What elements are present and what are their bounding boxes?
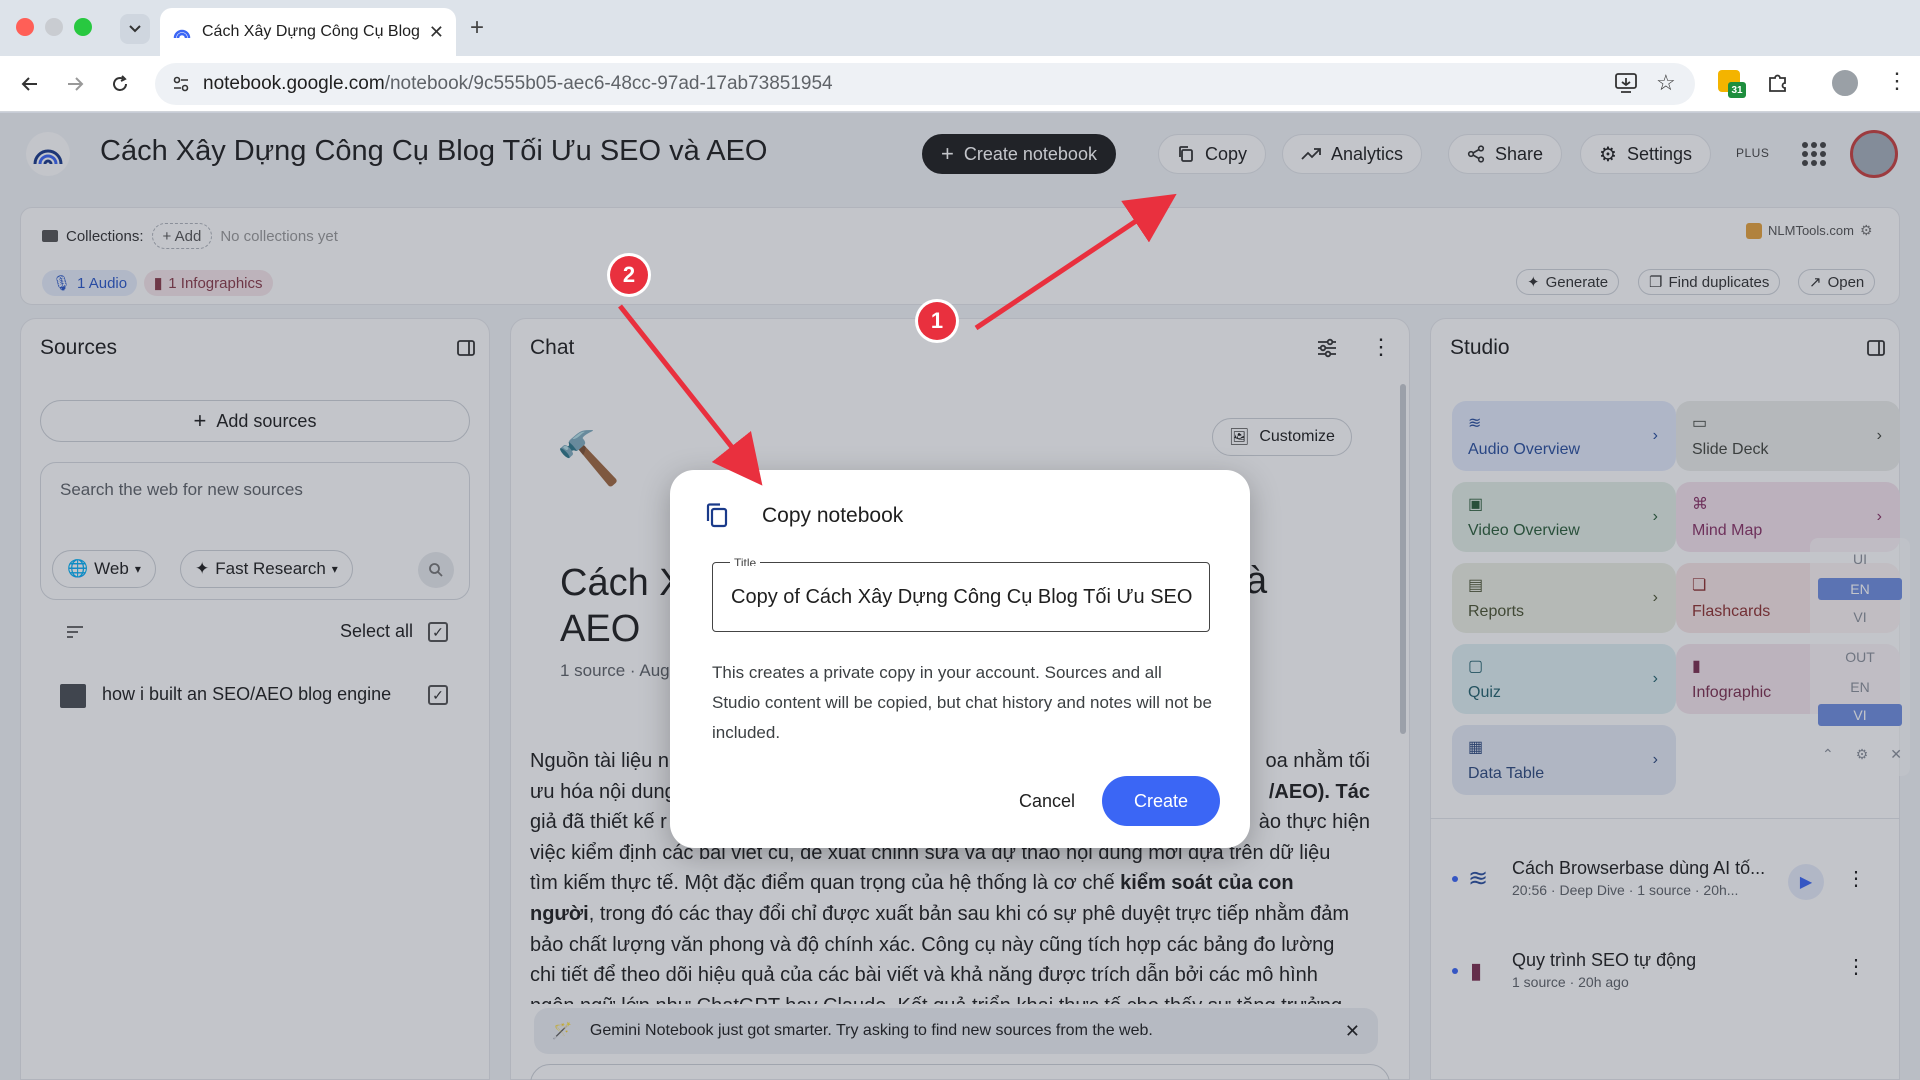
arrow-to-dialog [618, 304, 763, 486]
annotation-badge-1: 1 [918, 302, 956, 340]
arrow-to-copy-button [974, 193, 1177, 331]
annotation-badge-2: 2 [610, 256, 648, 294]
annotation-arrows [618, 193, 1177, 486]
